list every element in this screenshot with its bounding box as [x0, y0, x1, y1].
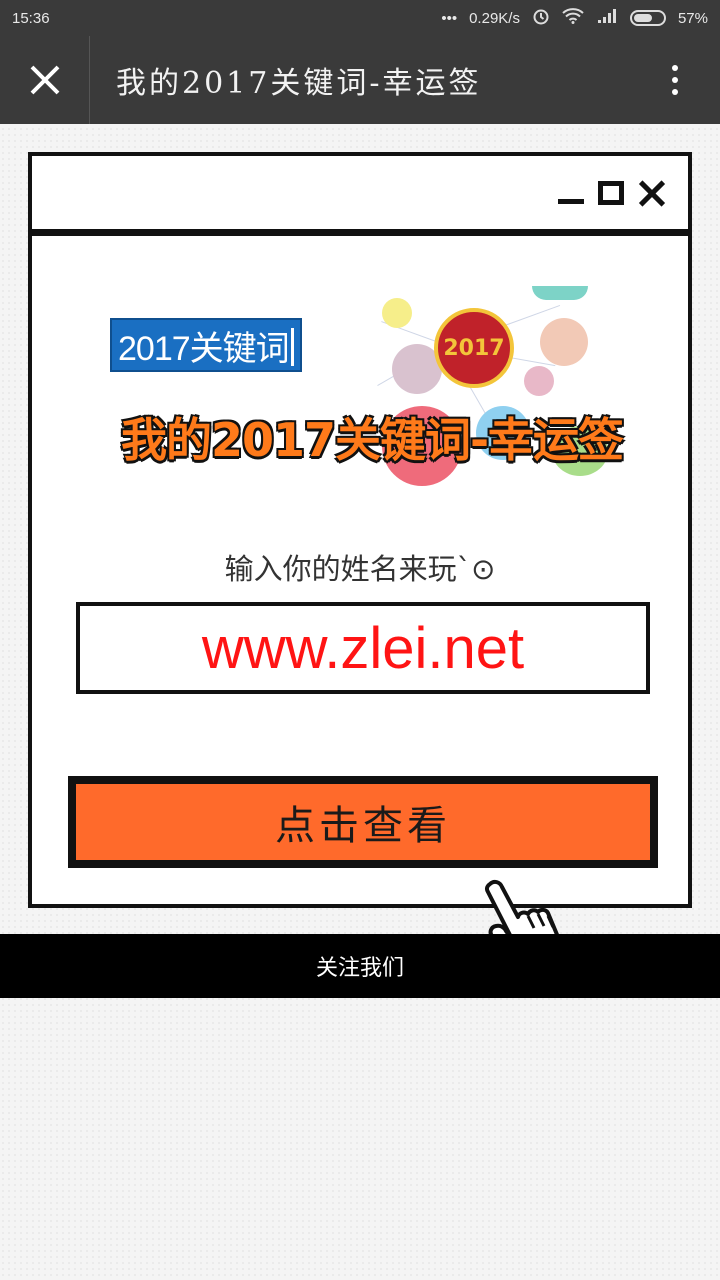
more-vertical-icon: [672, 65, 678, 95]
maximize-icon: [598, 180, 624, 205]
signal-icon: [596, 8, 618, 28]
badge-2017-icon: 2017: [434, 308, 514, 388]
battery-icon: [629, 10, 666, 26]
more-menu-button[interactable]: [630, 36, 720, 124]
close-button[interactable]: [0, 36, 90, 124]
name-prompt: 输入你的姓名来玩`⊙: [224, 552, 496, 586]
close-icon: [30, 65, 59, 95]
page-title: 我的2017关键词-幸运签: [116, 66, 482, 101]
follow-us-button[interactable]: 关注我们: [0, 934, 720, 998]
wifi-icon: [562, 8, 584, 28]
app-header: 我的2017关键词-幸运签: [0, 36, 720, 124]
status-icons: ••• 0.29K/s 57%: [441, 7, 708, 29]
keyword-badge: 2017关键词: [110, 318, 302, 372]
window-titlebar: [32, 156, 688, 236]
more-dots-icon: •••: [441, 9, 458, 27]
network-speed: 0.29K/s: [469, 9, 520, 27]
minimize-icon: [558, 199, 584, 204]
name-input[interactable]: [76, 602, 650, 694]
view-result-button[interactable]: 点击查看: [68, 776, 658, 868]
status-bar: 15:36 ••• 0.29K/s 57%: [0, 0, 720, 36]
alarm-icon: [532, 7, 550, 29]
lottery-window: 2017 2017关键词 我的2017关键词-幸运签 输入你的姓名来玩`⊙ 点击…: [28, 152, 692, 908]
window-close-icon: [638, 179, 666, 207]
banner-title: 我的2017关键词-幸运签: [120, 413, 624, 467]
battery-percent: 57%: [677, 9, 708, 27]
status-time: 15:36: [12, 9, 50, 27]
banner-graphic: 2017 2017关键词 我的2017关键词-幸运签: [92, 286, 652, 496]
